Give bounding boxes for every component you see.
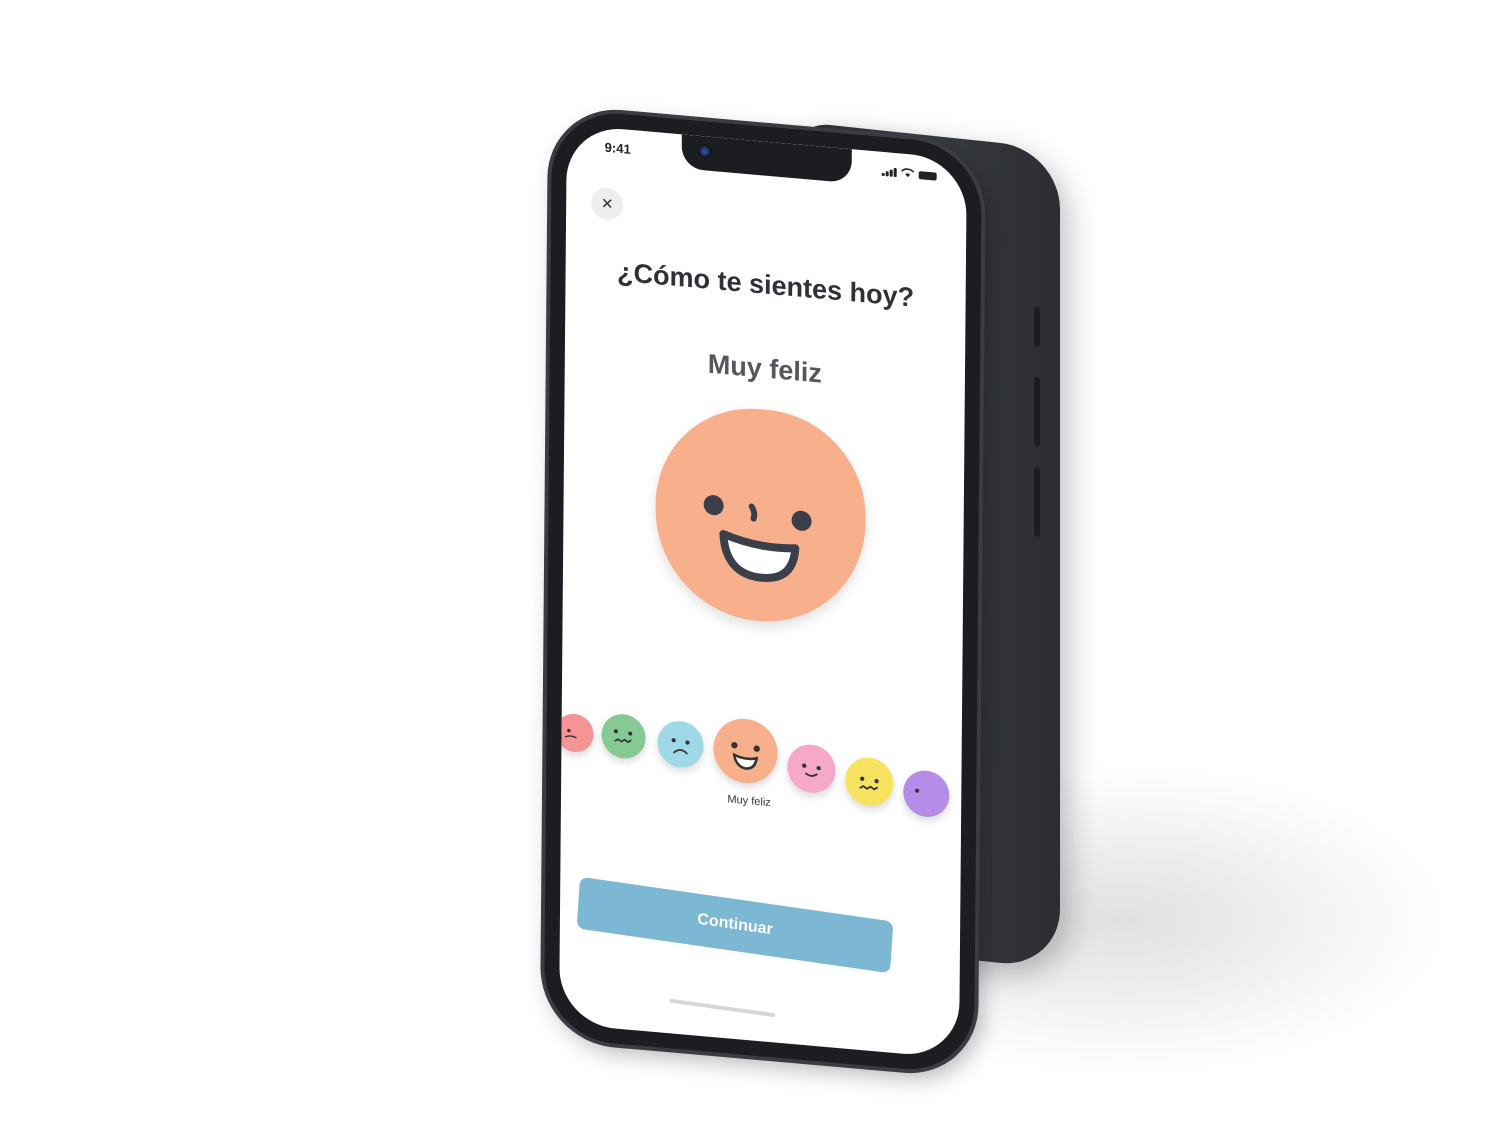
- selected-mood-caption: Muy feliz: [727, 793, 771, 810]
- selected-mood-title: Muy feliz: [707, 348, 823, 389]
- mood-carousel[interactable]: Muy feliz: [559, 689, 962, 844]
- camera-icon: [697, 143, 712, 159]
- selected-mood-face: [654, 400, 867, 631]
- notch: [681, 134, 852, 184]
- home-indicator: [669, 998, 776, 1018]
- mood-option-pink[interactable]: [787, 742, 836, 795]
- close-button[interactable]: ✕: [591, 186, 624, 222]
- status-time: 9:41: [604, 139, 631, 157]
- phone-front-device: 9:41 ✕ ¿Cómo te sientes hoy? Muy feliz M…: [543, 108, 982, 1075]
- mood-option-blue[interactable]: [657, 719, 704, 770]
- status-icons: [881, 166, 937, 181]
- side-button: [1034, 466, 1040, 538]
- signal-icon: [881, 167, 897, 178]
- page-title: ¿Cómo te sientes hoy?: [616, 256, 915, 313]
- side-button: [1034, 376, 1040, 448]
- mood-option-purple[interactable]: [903, 768, 950, 819]
- wifi-icon: [901, 168, 915, 178]
- close-icon: ✕: [600, 195, 614, 214]
- continue-button[interactable]: Continuar: [576, 876, 894, 974]
- mood-option-green[interactable]: [601, 712, 646, 761]
- mood-option-orange-selected[interactable]: [713, 716, 778, 786]
- app-screen: 9:41 ✕ ¿Cómo te sientes hoy? Muy feliz M…: [559, 124, 967, 1059]
- device-mockup: 9:41 ✕ ¿Cómo te sientes hoy? Muy feliz M…: [0, 0, 1501, 1126]
- side-button: [1034, 306, 1040, 348]
- happy-face-icon: [703, 495, 812, 582]
- mood-option-red[interactable]: [559, 712, 594, 754]
- battery-icon: [918, 171, 937, 181]
- mood-option-yellow[interactable]: [845, 755, 894, 808]
